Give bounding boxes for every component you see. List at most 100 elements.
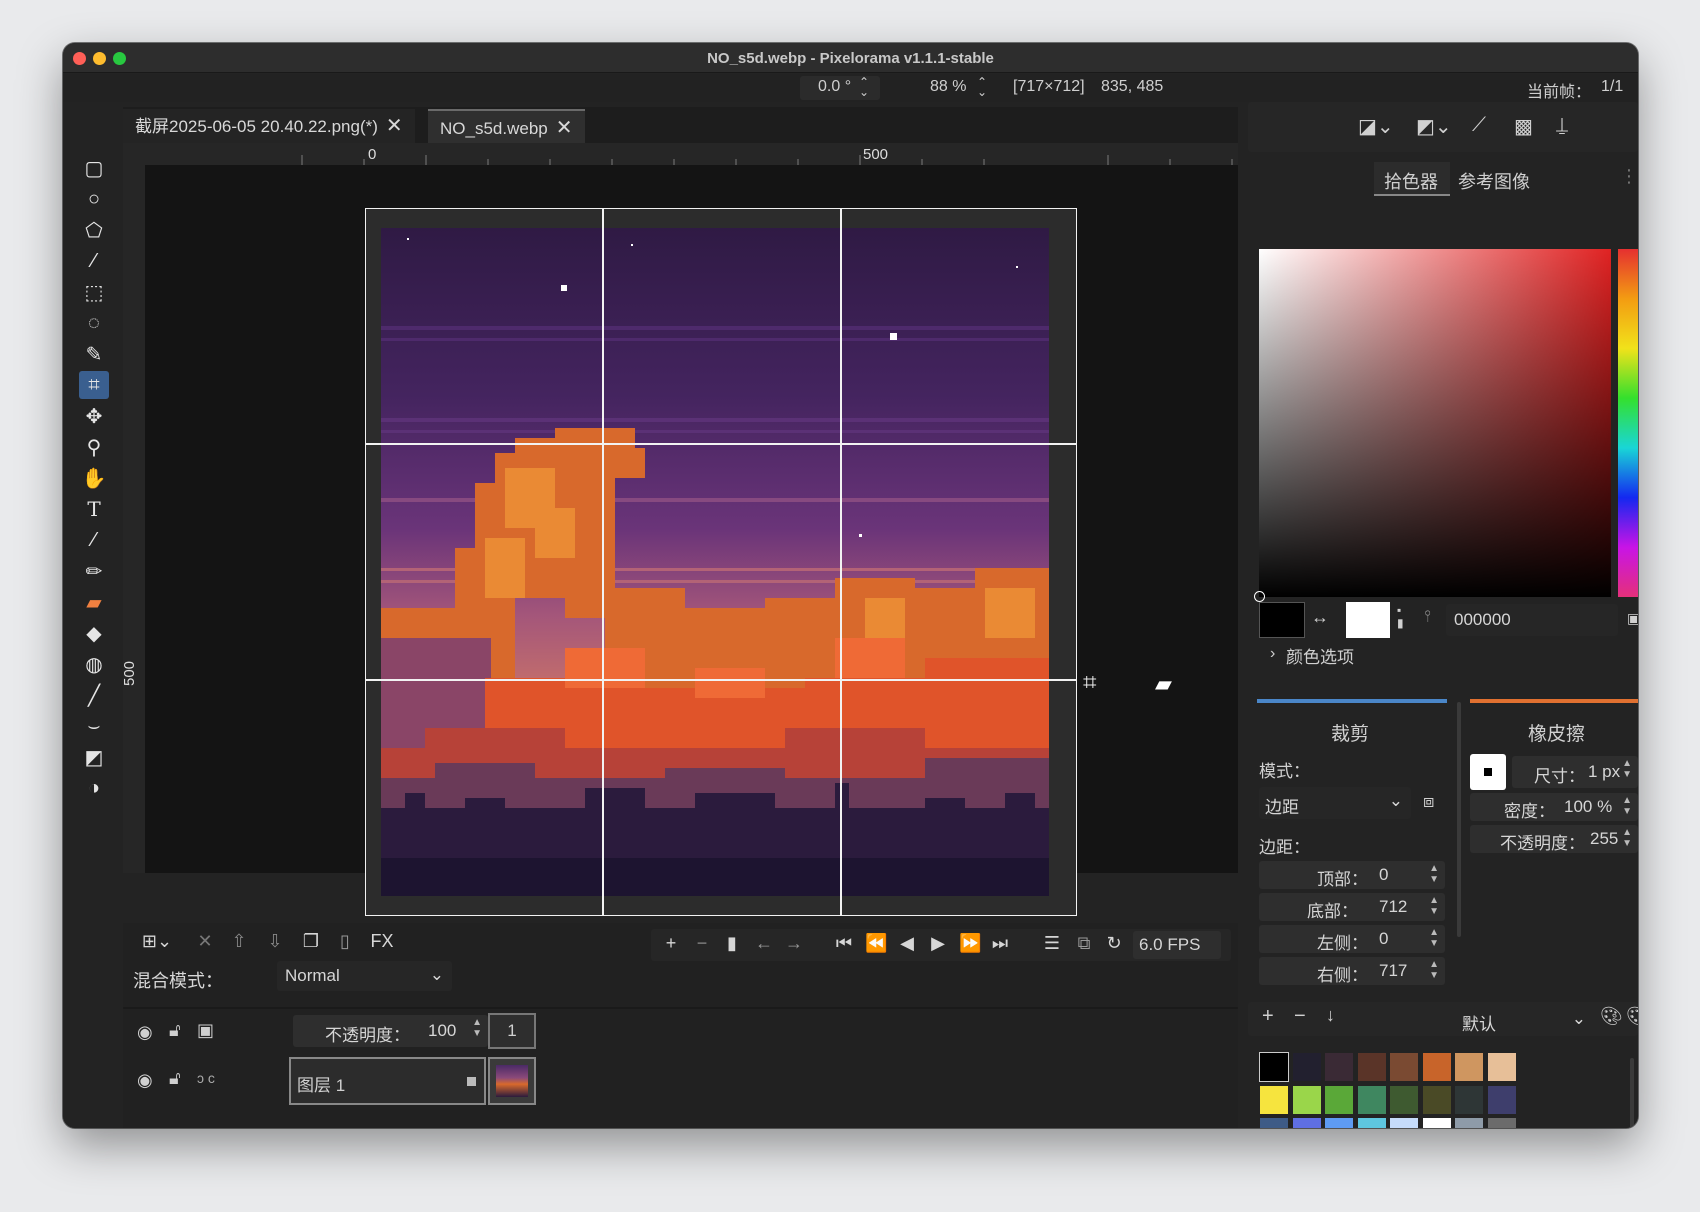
- layer-opacity-field[interactable]: 不透明度： 100 ▲ ▼: [293, 1015, 488, 1047]
- layer-row-selected[interactable]: 图层 1: [289, 1057, 486, 1105]
- crop-top-field[interactable]: 顶部： 0 ▲ ▼: [1259, 861, 1445, 889]
- chevron-right-icon[interactable]: ›: [1270, 645, 1275, 663]
- zoom-spin-icon[interactable]: ⌃ ⌄: [977, 76, 987, 98]
- color-select-icon[interactable]: ⬚: [79, 278, 109, 306]
- move-icon[interactable]: ✥: [79, 402, 109, 430]
- palette-swatch[interactable]: [1390, 1118, 1418, 1128]
- mirror-vertical-icon[interactable]: ◩⌄: [1416, 114, 1452, 139]
- loop-button[interactable]: ↻: [1103, 933, 1125, 954]
- add-frame-button[interactable]: +: [660, 933, 682, 954]
- crop-mode-select[interactable]: 边距 ⌄: [1259, 787, 1411, 819]
- palette-swatch[interactable]: [1260, 1085, 1288, 1114]
- palette-icon[interactable]: 🎨︎: [1600, 1006, 1623, 1027]
- palette-swatch[interactable]: [1292, 1118, 1321, 1128]
- palette-scrollbar[interactable]: [1630, 1058, 1634, 1128]
- play-backwards-button[interactable]: ◀: [896, 933, 918, 954]
- last-frame-button[interactable]: ⏭: [989, 933, 1011, 954]
- palette-swatch[interactable]: [1422, 1085, 1451, 1114]
- palette-swatch[interactable]: [1325, 1053, 1353, 1081]
- tab-screenshot[interactable]: 截屏2025-06-05 20.40.22.png(*) ✕: [123, 109, 415, 143]
- first-frame-button[interactable]: ⏮: [833, 933, 855, 954]
- pixel-art-canvas[interactable]: [365, 208, 1077, 916]
- palette-swatch[interactable]: [1325, 1085, 1353, 1114]
- palette-swatch[interactable]: [1260, 1118, 1288, 1128]
- next-frame-button[interactable]: ⏩: [959, 933, 981, 954]
- panel-scrollbar[interactable]: [1457, 702, 1461, 937]
- spin-icon[interactable]: ▲ ▼: [1429, 959, 1439, 981]
- line-icon[interactable]: ╱: [79, 681, 109, 709]
- spin-icon[interactable]: ▲ ▼: [1429, 927, 1439, 949]
- panel-menu-icon[interactable]: ⋮: [1620, 166, 1638, 187]
- palette-swatch[interactable]: [1292, 1085, 1321, 1114]
- ellipse-select-icon[interactable]: ○: [79, 185, 109, 213]
- spin-icon[interactable]: ▲ ▼: [1622, 827, 1632, 849]
- lock-aspect-icon[interactable]: ⧈: [1423, 791, 1434, 812]
- crop-bottom-field[interactable]: 底部： 712 ▲ ▼: [1259, 893, 1445, 921]
- frame-number-cell[interactable]: 1: [488, 1013, 536, 1049]
- play-button[interactable]: ▶: [927, 933, 949, 954]
- color-mode-icon[interactable]: ▣: [1627, 610, 1638, 627]
- palette-swatch[interactable]: [1390, 1053, 1418, 1081]
- palette-edit-icon[interactable]: 🎨︎: [1626, 1006, 1638, 1027]
- merge-layer-button[interactable]: ▯: [333, 931, 357, 952]
- rectangle-icon[interactable]: ◩: [79, 743, 109, 771]
- bucket-icon[interactable]: ◆: [79, 619, 109, 647]
- palette-select[interactable]: 默认 ⌄: [1358, 1005, 1594, 1035]
- timeline-settings-button[interactable]: ☰: [1041, 933, 1063, 954]
- eraser-opacity-field[interactable]: 不透明度： 255 ▲ ▼: [1470, 825, 1638, 853]
- palette-swatch[interactable]: [1455, 1118, 1483, 1128]
- spin-icon[interactable]: ▲ ▼: [1429, 895, 1439, 917]
- saturation-value-picker[interactable]: [1254, 249, 1611, 602]
- clipping-icon[interactable]: ▣: [197, 1020, 214, 1041]
- eraser-density-field[interactable]: 密度： 100 % ▲ ▼: [1470, 793, 1638, 821]
- blend-mode-select[interactable]: Normal ⌄: [277, 961, 452, 991]
- curve-icon[interactable]: ⌣: [79, 712, 109, 740]
- ellipse-icon[interactable]: ◑: [79, 774, 109, 802]
- fx-button[interactable]: FX: [367, 931, 397, 952]
- remove-frame-button[interactable]: −: [691, 933, 713, 954]
- polygon-select-icon[interactable]: ⬠: [79, 216, 109, 244]
- palette-swatch[interactable]: [1422, 1118, 1451, 1128]
- move-layer-up-button[interactable]: ⇧: [227, 931, 251, 952]
- remove-palette-icon[interactable]: −: [1294, 1005, 1306, 1028]
- lock-icon[interactable]: 🔓︎: [169, 1020, 181, 1041]
- lasso-icon[interactable]: ◌: [79, 309, 109, 337]
- add-layer-button[interactable]: ⊞⌄: [137, 931, 177, 952]
- hue-slider[interactable]: [1618, 249, 1638, 597]
- pan-icon[interactable]: ✋: [79, 464, 109, 492]
- stamp-icon[interactable]: ⍊: [1556, 114, 1568, 137]
- clone-layer-button[interactable]: ❐: [299, 931, 323, 952]
- visibility-eye-icon[interactable]: ◉: [137, 1070, 153, 1091]
- palette-swatch[interactable]: [1357, 1085, 1386, 1114]
- prev-frame-button[interactable]: ⏪: [865, 933, 887, 954]
- swap-colors-icon[interactable]: ↔: [1311, 607, 1329, 628]
- checker-icon[interactable]: ▩: [1514, 114, 1533, 139]
- rect-select-icon[interactable]: ▢: [79, 154, 109, 182]
- palette-swatch[interactable]: [1455, 1085, 1483, 1114]
- mirror-horizontal-icon[interactable]: ◪⌄: [1358, 114, 1394, 139]
- reset-colors-icon[interactable]: ▪ ▮: [1397, 604, 1404, 630]
- palette-swatch[interactable]: [1292, 1053, 1321, 1081]
- palette-swatch[interactable]: [1390, 1085, 1418, 1114]
- color-picker-icon[interactable]: ⁄: [79, 526, 109, 554]
- primary-color-swatch[interactable]: [1259, 602, 1305, 638]
- tab-no-s5d[interactable]: NO_s5d.webp ✕: [428, 109, 585, 143]
- eyedropper-icon[interactable]: ⫯: [1424, 608, 1431, 626]
- onion-skin-button[interactable]: ⧉: [1073, 933, 1095, 954]
- spin-icon[interactable]: ▲ ▼: [1622, 758, 1632, 780]
- eraser-icon[interactable]: ▰: [79, 588, 109, 616]
- pixel-perfect-icon[interactable]: ⟋: [1472, 114, 1486, 137]
- move-frame-right-button[interactable]: →: [783, 933, 805, 954]
- move-frame-left-button[interactable]: ←: [753, 933, 775, 954]
- import-palette-icon[interactable]: ↓: [1326, 1005, 1335, 1026]
- spin-icon[interactable]: ▲ ▼: [1429, 863, 1439, 885]
- crop-left-field[interactable]: 左侧： 0 ▲ ▼: [1259, 925, 1445, 953]
- pencil-icon[interactable]: ✏: [79, 557, 109, 585]
- magic-wand-icon[interactable]: ⁄: [79, 247, 109, 275]
- secondary-color-swatch[interactable]: [1346, 602, 1390, 638]
- color-options-label[interactable]: 颜色选项: [1286, 643, 1354, 668]
- pencil-select-icon[interactable]: ✎: [79, 340, 109, 368]
- crop-icon[interactable]: ⌗: [79, 371, 109, 399]
- palette-swatch[interactable]: [1487, 1118, 1516, 1128]
- eraser-size-field[interactable]: 尺寸： 1 px ▲ ▼: [1512, 756, 1638, 788]
